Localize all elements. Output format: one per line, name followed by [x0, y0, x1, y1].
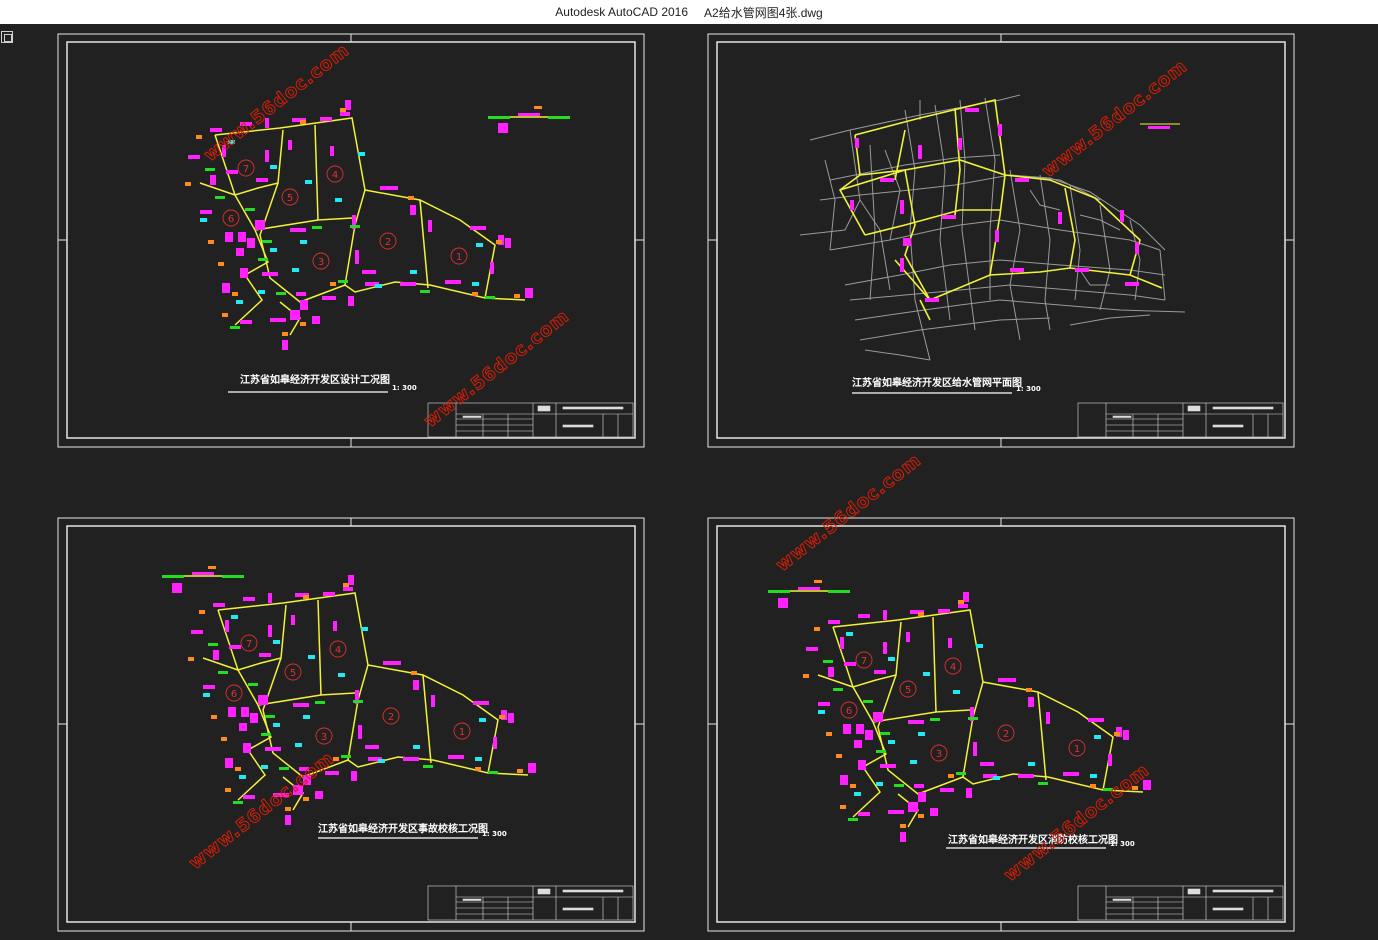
zone-number: 6 [231, 689, 237, 700]
zone-number: 3 [936, 749, 942, 760]
zone-number: 7 [246, 639, 252, 650]
title-block [1077, 885, 1284, 921]
sheet-scale: 1: 300 [392, 384, 417, 392]
legend-symbol [768, 580, 850, 608]
legend-symbol [488, 106, 570, 133]
app-title: Autodesk AutoCAD 2016 [555, 5, 689, 19]
watermark: www.56doc.com [1038, 56, 1191, 182]
sheet-accident-check: 江苏省如皋经济开发区事故校核工况图 1: 300 [57, 517, 645, 932]
sheet-network-plan: 江苏省如皋经济开发区给水管网平面图 1: 300 [707, 33, 1295, 448]
zone-number: 4 [332, 170, 338, 181]
sheet-title: 江苏省如皋经济开发区事故校核工况图 [318, 822, 488, 835]
zone-number: 5 [905, 685, 911, 696]
zone-number: 3 [318, 257, 324, 268]
zone-number: 2 [388, 712, 394, 723]
title-bar: Autodesk AutoCAD 2016 A2给水管网图4张.dwg [0, 0, 1378, 24]
zone-number: 4 [950, 662, 956, 673]
sheet-design-condition: 江苏省如皋经济开发区设计工况图 1: 300 [57, 33, 645, 448]
zone-number: 1 [459, 727, 465, 738]
sheet-scale: 1: 300 [482, 830, 507, 838]
document-title: A2给水管网图4张.dwg [704, 5, 823, 20]
zone-number: 2 [385, 237, 391, 248]
drawing-canvas[interactable]: 江苏省如皋经济开发区设计工况图 1: 300 江苏省如皋经济开发区给水管网平面图… [0, 24, 1378, 940]
sheet-inner-frame [66, 525, 636, 923]
title-block [1077, 402, 1284, 438]
zone-number: 7 [243, 164, 249, 175]
sheet-scale: 1: 300 [1016, 385, 1041, 393]
zone-number: 7 [861, 656, 867, 667]
watermark: www.56doc.com [772, 450, 925, 576]
sheet-title: 江苏省如皋经济开发区设计工况图 [240, 373, 390, 386]
pipe-network [187, 574, 537, 826]
sheet-inner-frame [716, 525, 1286, 923]
zone-number: 5 [287, 193, 293, 204]
sheet-title: 江苏省如皋经济开发区给水管网平面图 [852, 376, 1022, 389]
title-block [427, 885, 634, 921]
zone-number: 4 [335, 645, 341, 656]
watermark: www.56doc.com [420, 306, 573, 432]
zone-number: 6 [846, 706, 852, 717]
zone-number: 1 [1074, 744, 1080, 755]
legend-symbol [162, 566, 244, 593]
watermark: www.56doc.com [1000, 760, 1153, 886]
sheet-scale: 1: 300 [1110, 840, 1135, 848]
zone-number: 3 [321, 732, 327, 743]
zone-number: 6 [228, 214, 234, 225]
zone-number: 2 [1003, 729, 1009, 740]
zone-number: 5 [290, 668, 296, 679]
zone-number: 1 [456, 252, 462, 263]
